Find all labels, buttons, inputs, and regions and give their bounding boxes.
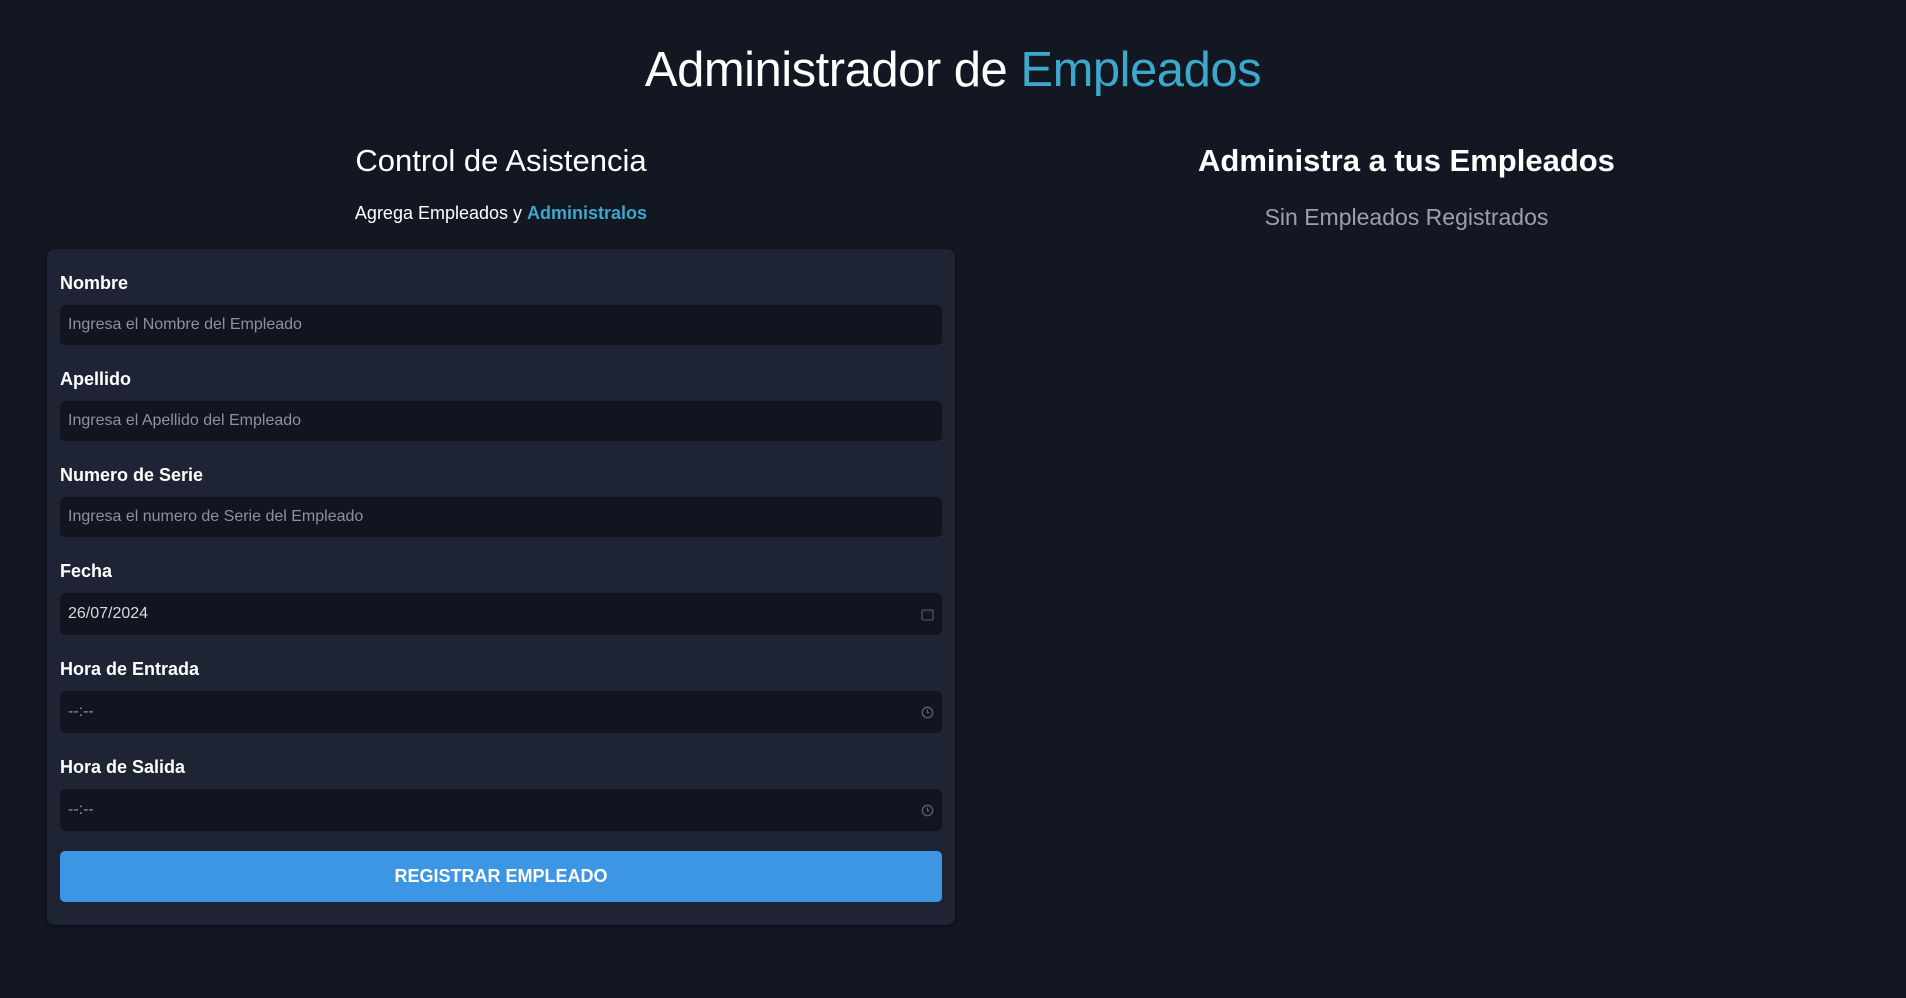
- employee-form: Nombre Ingresa el Nombre del Empleado Ap…: [47, 249, 955, 925]
- entrada-input[interactable]: --:--: [60, 691, 942, 733]
- entrada-label: Hora de Entrada: [60, 659, 200, 679]
- fecha-input[interactable]: 26/07/2024: [60, 593, 942, 635]
- form-section-subtitle: Agrega Empleados y Administralos: [47, 203, 955, 224]
- empty-list-message: Sin Empleados Registrados: [1264, 204, 1549, 230]
- nombre-label: Nombre: [60, 273, 129, 293]
- entrada-value: --:--: [68, 703, 94, 720]
- apellido-placeholder: Ingresa el Apellido del Empleado: [68, 412, 302, 429]
- serie-input[interactable]: Ingresa el numero de Serie del Empleado: [60, 497, 942, 537]
- clock-icon[interactable]: [920, 803, 934, 817]
- serie-placeholder: Ingresa el numero de Serie del Empleado: [68, 508, 364, 525]
- nombre-input[interactable]: Ingresa el Nombre del Empleado: [60, 305, 942, 345]
- calendar-icon[interactable]: [920, 607, 934, 621]
- register-employee-button[interactable]: REGISTRAR EMPLEADO: [60, 851, 942, 902]
- form-subtitle-text: Agrega Empleados y: [354, 203, 528, 223]
- apellido-label: Apellido: [60, 369, 131, 389]
- salida-value: --:--: [68, 801, 94, 818]
- apellido-input[interactable]: Ingresa el Apellido del Empleado: [60, 401, 942, 441]
- serie-label: Numero de Serie: [60, 465, 204, 485]
- nombre-placeholder: Ingresa el Nombre del Empleado: [68, 316, 302, 333]
- clock-icon[interactable]: [920, 705, 934, 719]
- salida-input[interactable]: --:--: [60, 789, 942, 831]
- form-subtitle-accent: Administralos: [527, 203, 648, 223]
- form-section-title: Control de Asistencia: [355, 143, 647, 178]
- page-title: Administrador de Empleados: [0, 42, 1906, 98]
- employee-list-title: Administra a tus Empleados: [1198, 143, 1615, 178]
- page-title-text: Administrador de: [644, 43, 1021, 97]
- page-title-accent: Empleados: [1020, 43, 1262, 97]
- fecha-label: Fecha: [60, 561, 113, 581]
- fecha-value: 26/07/2024: [68, 605, 149, 622]
- salida-label: Hora de Salida: [60, 757, 186, 777]
